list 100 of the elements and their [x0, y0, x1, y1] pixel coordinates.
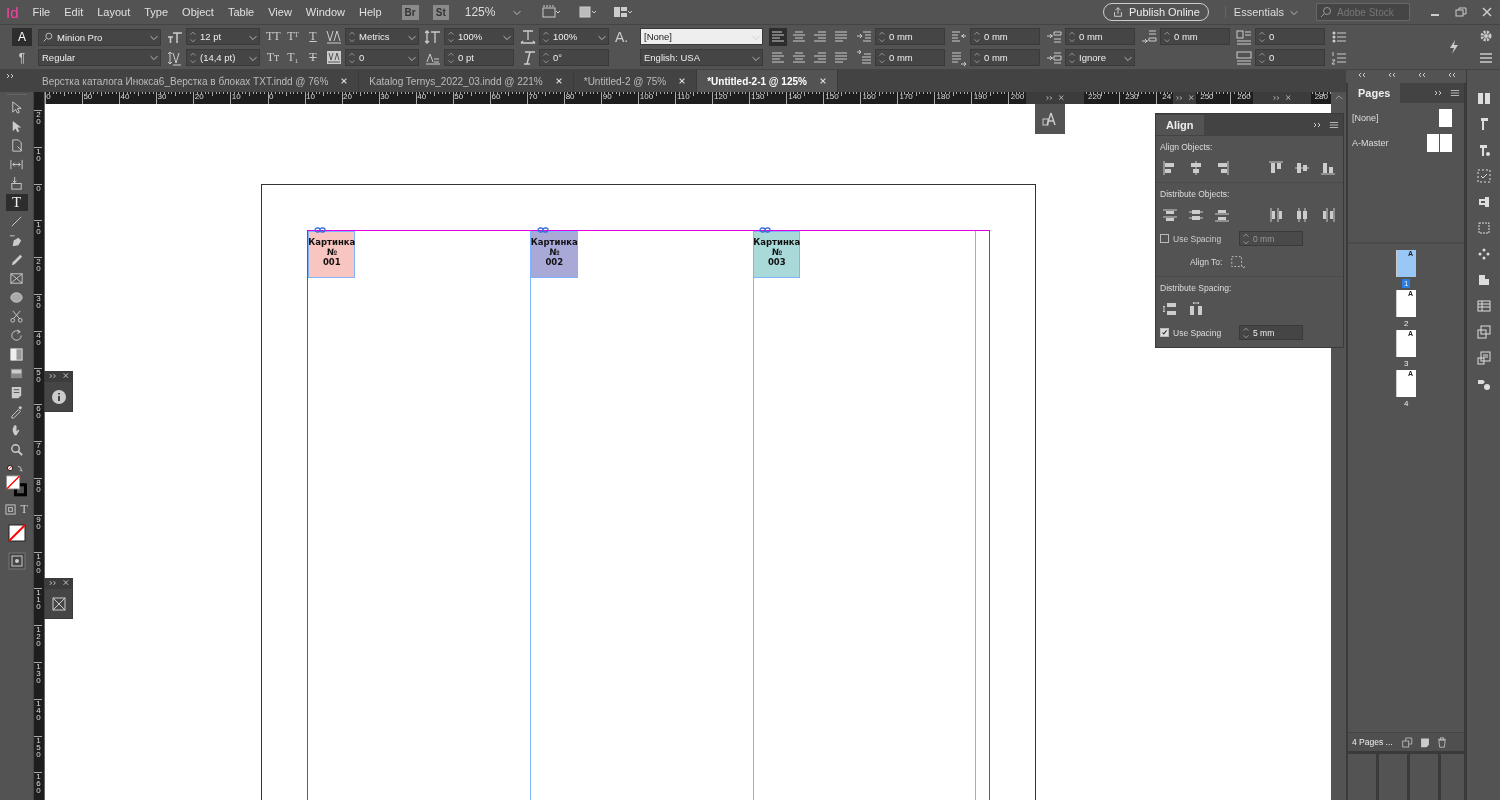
- rectangle-frame-tool-icon[interactable]: [9, 271, 25, 286]
- spinner-icon[interactable]: [189, 29, 197, 44]
- scissors-tool-icon[interactable]: [9, 309, 25, 324]
- tracking-field[interactable]: 0: [345, 49, 419, 66]
- font-style-dropdown[interactable]: Regular: [38, 48, 161, 66]
- font-size-field[interactable]: 12 pt: [186, 28, 260, 45]
- collapse-icon[interactable]: [1446, 71, 1457, 79]
- panel-tab[interactable]: Align: [1156, 115, 1204, 135]
- drop-cap-lines-field[interactable]: 0: [1255, 28, 1325, 45]
- type-style-button[interactable]: T: [306, 50, 320, 65]
- numbered-list-icon[interactable]: [1331, 49, 1347, 66]
- arrange-documents-icon[interactable]: [613, 4, 634, 20]
- image-frame[interactable]: Картинка № 002: [530, 231, 578, 278]
- content-collector-tool-icon[interactable]: [9, 176, 25, 191]
- glyphs-panel-icon[interactable]: [1042, 111, 1058, 127]
- spinner-icon[interactable]: [1068, 29, 1076, 44]
- menu-item[interactable]: Window: [305, 6, 345, 18]
- container-format-icon[interactable]: [5, 504, 17, 515]
- align-top-icon[interactable]: [1268, 160, 1284, 176]
- paragraph-align-icon[interactable]: [769, 27, 787, 46]
- document-stack-icon[interactable]: [1475, 324, 1492, 340]
- master-name[interactable]: [None]: [1352, 113, 1379, 123]
- menu-item[interactable]: Help: [359, 6, 382, 18]
- pages-panel-icon[interactable]: [1475, 90, 1492, 106]
- delete-icon[interactable]: [1435, 736, 1448, 748]
- distribute-right-icon[interactable]: [1320, 207, 1336, 223]
- ellipse-tool-icon[interactable]: [9, 290, 25, 305]
- spinner-icon[interactable]: [878, 29, 886, 44]
- align-bottom-icon[interactable]: [1320, 160, 1336, 176]
- text-format-button[interactable]: T: [20, 502, 28, 517]
- space-after-field[interactable]: 0 mm: [1160, 28, 1230, 45]
- spinner-icon[interactable]: [878, 50, 886, 65]
- horizontal-scale-field[interactable]: 100%: [539, 28, 609, 45]
- image-frame[interactable]: Картинка № 001: [308, 231, 356, 278]
- info-icon[interactable]: [50, 389, 67, 405]
- align-to-grid-dropdown[interactable]: Ignore: [1065, 49, 1135, 66]
- document-tab[interactable]: *Untitled-2-1 @ 125%: [697, 70, 838, 92]
- distribute-vertical-space-icon[interactable]: [1162, 301, 1178, 317]
- bridge-button[interactable]: Br: [401, 4, 419, 20]
- collapse-icon[interactable]: [1416, 71, 1427, 79]
- stock-button[interactable]: St: [432, 4, 449, 20]
- apply-none-swatch-icon[interactable]: [6, 523, 27, 543]
- close-icon[interactable]: [1480, 5, 1494, 19]
- align-vertical-centers-icon[interactable]: [1294, 160, 1310, 176]
- restore-icon[interactable]: [1454, 5, 1468, 19]
- panel-controls-icon[interactable]: [1271, 94, 1292, 102]
- type-tool[interactable]: T: [5, 194, 28, 211]
- table-icon[interactable]: [1475, 298, 1492, 314]
- workspace-dropdown[interactable]: Essentials: [1224, 6, 1300, 18]
- rotate-tool-icon[interactable]: [9, 328, 25, 343]
- menu-item[interactable]: File: [32, 6, 51, 18]
- vertical-scale-field[interactable]: 100%: [444, 28, 514, 45]
- menu-item[interactable]: Edit: [64, 6, 84, 18]
- panel-tab[interactable]: Pages: [1348, 83, 1401, 103]
- collapse-icon[interactable]: [1356, 71, 1366, 79]
- scroll-up-icon[interactable]: [1333, 93, 1344, 102]
- zoom-dropdown[interactable]: 125%: [464, 5, 524, 19]
- chain-link-icon[interactable]: [759, 227, 772, 233]
- selection-tool-icon[interactable]: [9, 100, 25, 115]
- left-indent-field[interactable]: 0 mm: [875, 28, 945, 45]
- menu-icon[interactable]: [1329, 120, 1339, 130]
- spinner-icon[interactable]: [1258, 50, 1266, 65]
- preview-mode-icon[interactable]: [6, 551, 27, 571]
- gap-tool-icon[interactable]: [9, 157, 25, 172]
- menu-icon[interactable]: [1478, 50, 1494, 66]
- spinner-icon[interactable]: [542, 50, 550, 65]
- distribute-left-icon[interactable]: [1268, 207, 1284, 223]
- panel-controls-icon[interactable]: [1045, 94, 1066, 102]
- chain-link-icon[interactable]: [536, 227, 549, 233]
- type-style-button[interactable]: Tт: [266, 50, 280, 65]
- character-style-dropdown[interactable]: [None]: [640, 28, 763, 45]
- baseline-shift-field[interactable]: 0 pt: [444, 49, 514, 66]
- drop-cap-characters-field[interactable]: 0: [1255, 49, 1325, 66]
- gradient-tool-icon[interactable]: [9, 347, 25, 362]
- right-indent-field[interactable]: 0 mm: [970, 28, 1040, 45]
- spinner-icon[interactable]: [973, 50, 981, 65]
- page-tool-icon[interactable]: [9, 138, 25, 153]
- spinner-icon[interactable]: [1163, 29, 1171, 44]
- menu-item[interactable]: Table: [227, 6, 255, 18]
- edit-page-size-icon[interactable]: [1401, 736, 1414, 748]
- selection-bounds-icon[interactable]: [1230, 254, 1247, 270]
- document-list-icon[interactable]: [1475, 350, 1492, 366]
- close-icon[interactable]: [678, 77, 687, 85]
- pencil-tool-icon[interactable]: [9, 252, 25, 267]
- transform-icon[interactable]: [1475, 220, 1492, 236]
- spinner-icon[interactable]: [447, 29, 455, 44]
- spinner-icon[interactable]: [189, 50, 197, 65]
- chain-link-icon[interactable]: [314, 227, 327, 233]
- spinner-icon[interactable]: [447, 50, 455, 65]
- last-line-indent-field[interactable]: 0 mm: [970, 49, 1040, 66]
- preflight-icon[interactable]: [1475, 168, 1492, 184]
- type-style-button[interactable]: TT: [266, 29, 280, 44]
- menu-item[interactable]: Object: [182, 6, 214, 18]
- settings-icon[interactable]: [1478, 28, 1494, 44]
- align-horizontal-centers-icon[interactable]: [1188, 160, 1204, 176]
- checkbox[interactable]: [1160, 234, 1169, 243]
- gradient-feather-tool-icon[interactable]: [9, 366, 25, 381]
- view-mode-icon[interactable]: [577, 4, 598, 20]
- language-dropdown[interactable]: English: USA: [640, 49, 763, 66]
- menu-item[interactable]: View: [268, 6, 292, 18]
